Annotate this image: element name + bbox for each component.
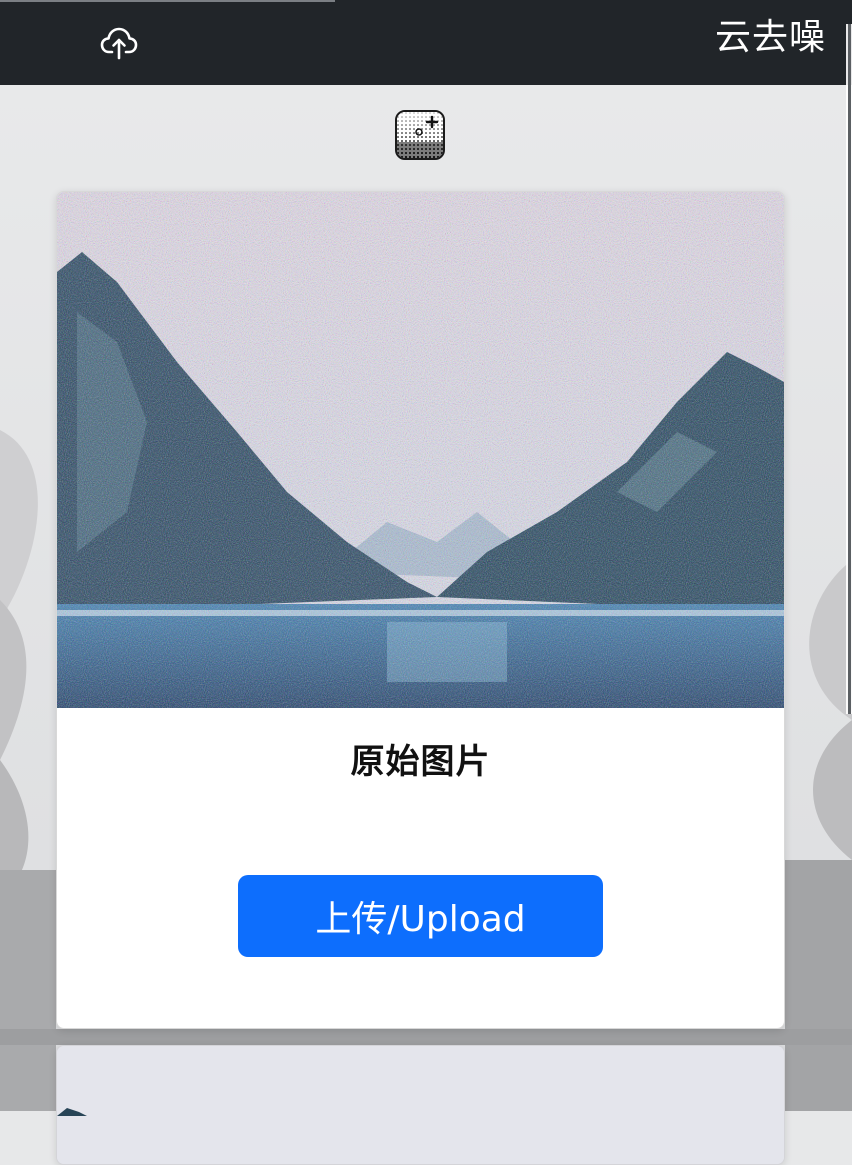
card-title-wrap: 原始图片 [57, 734, 784, 783]
app-brand-title[interactable]: 云去噪 [715, 14, 826, 62]
original-image-title: 原始图片 [350, 742, 491, 782]
cloud-upload-icon[interactable] [98, 22, 140, 64]
mountain-lake-noisy-image [57, 192, 784, 708]
navbar-progress-line [0, 0, 335, 2]
noise-sparkle-icon [395, 110, 445, 160]
scrollbar-thumb[interactable] [848, 24, 851, 714]
original-image-card: 原始图片 上传/Upload [56, 191, 785, 1029]
top-navbar: 云去噪 [0, 0, 852, 85]
result-image-preview [57, 1046, 784, 1164]
result-image-card [56, 1045, 785, 1165]
upload-button[interactable]: 上传/Upload [238, 875, 603, 957]
